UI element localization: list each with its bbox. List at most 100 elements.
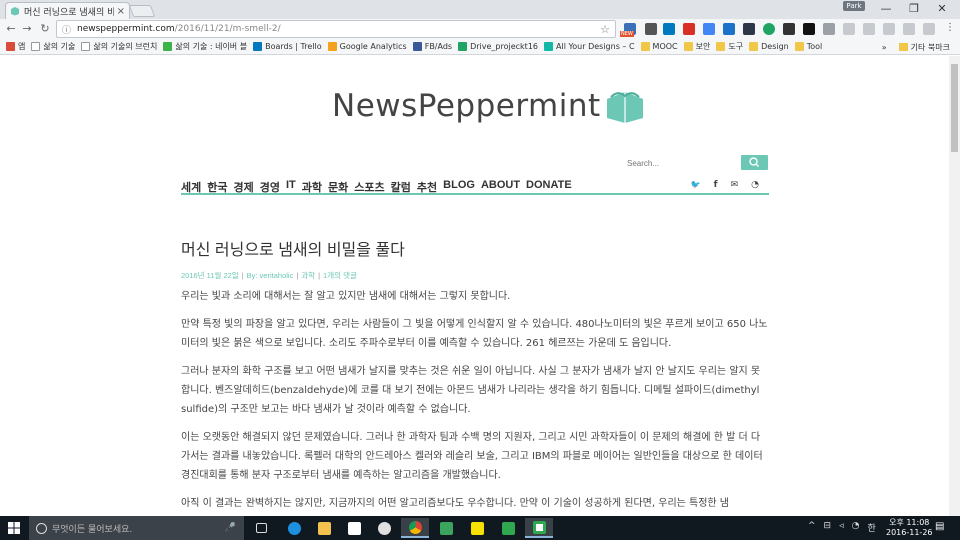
nav-item[interactable]: ABOUT <box>481 179 520 195</box>
nav-item[interactable]: IT <box>286 179 296 195</box>
nav-item[interactable]: 스포츠 <box>354 179 384 195</box>
nav-item[interactable]: 경제 <box>234 179 254 195</box>
bookmark-star-icon[interactable]: ☆ <box>600 23 610 36</box>
bookmark-item[interactable]: FB/Ads <box>412 42 452 51</box>
bookmark-item[interactable]: 삶의 기술 : 네이버 블 <box>163 41 247 52</box>
browser-menu-icon[interactable]: ⋮ <box>945 22 955 33</box>
search-icon <box>749 157 759 167</box>
extension-icon[interactable] <box>723 23 735 35</box>
other-bookmarks[interactable]: 기타 북마크 <box>911 42 950 53</box>
browser-tab[interactable]: 머신 러닝으로 냄새의 비 × <box>5 2 130 19</box>
extension-icon[interactable] <box>903 23 915 35</box>
bookmark-item[interactable]: Drive_projeckt16 <box>458 42 538 51</box>
bookmarks-overflow-button[interactable]: » <box>882 43 887 52</box>
taskbar-kakaotalk[interactable] <box>463 518 491 538</box>
bookmark-label: 앱 <box>18 42 26 51</box>
extension-icon[interactable] <box>743 23 755 35</box>
microphone-icon[interactable]: 🎤 <box>225 523 236 533</box>
close-window-button[interactable]: ✕ <box>932 2 952 15</box>
meta-separator: | <box>241 271 244 280</box>
bookmark-item[interactable]: 보안 <box>683 41 710 52</box>
itunes-icon <box>377 521 391 535</box>
article-paragraph: 이는 오랫동안 해결되지 않던 문제였습니다. 그러나 한 과학자 팀과 수백 … <box>181 432 763 481</box>
windows-taskbar: 무엇이든 물어보세요. 🎤 ^ ⊟ ◃ ◔ 한 오후 11:08 2016-11-26 … <box>0 516 960 540</box>
tray-icon[interactable]: 한 <box>867 521 875 534</box>
taskbar-explorer[interactable] <box>310 518 338 538</box>
taskbar-camtasia[interactable] <box>525 518 553 538</box>
search-button[interactable] <box>741 155 768 170</box>
extension-icon[interactable] <box>863 23 875 35</box>
nav-item[interactable]: 경영 <box>260 179 280 195</box>
cortana-search-box[interactable]: 무엇이든 물어보세요. 🎤 <box>29 516 244 540</box>
nav-item[interactable]: DONATE <box>526 179 572 195</box>
translate-extension-icon[interactable] <box>703 23 715 35</box>
bookmark-item[interactable]: All Your Designs – C <box>544 42 635 51</box>
reload-button[interactable]: ↻ <box>38 22 52 35</box>
taskbar-app[interactable] <box>494 518 522 538</box>
bookmark-item[interactable]: 도구 <box>716 41 743 52</box>
bookmark-item[interactable]: 삶의 기술 <box>31 41 75 52</box>
rss-icon[interactable]: ◔ <box>751 180 759 190</box>
article-date[interactable]: 2016년 11월 22일 <box>181 271 239 280</box>
page-scrollbar[interactable] <box>949 56 960 516</box>
bookmark-item[interactable]: Boards | Trello <box>253 42 322 51</box>
nav-item[interactable]: 칼럼 <box>391 179 411 195</box>
tray-icon[interactable]: ◃ <box>839 521 844 534</box>
restore-button[interactable]: ❐ <box>904 2 924 15</box>
nav-item[interactable]: 과학 <box>302 179 322 195</box>
nav-item[interactable]: 추천 <box>417 179 437 195</box>
nav-items: 세계 한국 경제 경영 IT 과학 문화 스포츠 칼럼 추천 BLOG ABOUT DONATE <box>181 179 769 195</box>
nav-item[interactable]: 문화 <box>328 179 348 195</box>
action-center-icon[interactable]: ▤ <box>935 521 944 532</box>
bookmark-item[interactable]: Google Analytics <box>327 42 407 51</box>
evernote-extension-icon[interactable] <box>803 23 815 35</box>
taskbar-store[interactable] <box>340 518 368 538</box>
twitter-icon[interactable]: 🐦 <box>691 180 701 190</box>
tray-icon[interactable]: ⊟ <box>824 521 832 534</box>
tab-close-icon[interactable]: × <box>117 6 125 17</box>
taskbar-app[interactable] <box>432 518 460 538</box>
bookmark-favicon-icon <box>794 42 804 51</box>
extension-icon[interactable] <box>645 23 657 35</box>
windows-start-icon[interactable] <box>8 522 20 534</box>
extension-icon[interactable] <box>883 23 895 35</box>
pocket-extension-icon[interactable] <box>783 23 795 35</box>
extension-icon[interactable] <box>923 23 935 35</box>
bookmark-label: 삶의 기술 : 네이버 블 <box>175 42 248 51</box>
nav-item[interactable]: 세계 <box>181 179 201 195</box>
task-view-button[interactable] <box>247 518 275 538</box>
taskbar-edge[interactable] <box>280 518 308 538</box>
bookmark-item[interactable]: 삶의 기술의 브런치 <box>81 41 157 52</box>
forward-button[interactable]: → <box>20 22 34 35</box>
taskbar-chrome[interactable] <box>401 518 429 538</box>
new-tab-button[interactable] <box>128 5 156 17</box>
nav-item[interactable]: 한국 <box>207 179 227 195</box>
gmail-extension-icon[interactable] <box>683 23 695 35</box>
email-icon[interactable]: ✉ <box>731 180 739 190</box>
extension-icon[interactable] <box>763 23 775 35</box>
scrollbar-thumb[interactable] <box>951 64 958 152</box>
bookmark-item[interactable]: MOOC <box>640 42 678 51</box>
article-author[interactable]: By: veritaholic <box>247 271 294 280</box>
address-bar[interactable]: ⓘ newspeppermint.com /2016/11/21/m-smell… <box>56 20 616 38</box>
bookmark-item[interactable]: 앱 <box>6 41 25 52</box>
extension-icon[interactable] <box>823 23 835 35</box>
facebook-icon[interactable]: f <box>714 180 718 190</box>
extension-icon[interactable] <box>843 23 855 35</box>
search-input[interactable] <box>624 155 741 171</box>
back-button[interactable]: ← <box>4 22 18 35</box>
article-category[interactable]: 과학 <box>301 271 315 280</box>
article-comments-link[interactable]: 1개의 댓글 <box>323 271 357 280</box>
bookmark-item[interactable]: Design <box>749 42 789 51</box>
minimize-button[interactable]: — <box>876 2 896 15</box>
tray-icon[interactable]: ◔ <box>852 521 860 534</box>
taskbar-itunes[interactable] <box>370 518 398 538</box>
trello-extension-icon[interactable] <box>663 23 675 35</box>
tray-icon[interactable]: ^ <box>808 521 816 534</box>
bookmark-item[interactable]: Tool <box>794 42 822 51</box>
nav-item[interactable]: BLOG <box>443 179 475 195</box>
profile-button[interactable]: Park <box>843 1 865 11</box>
taskbar-clock[interactable]: 오후 11:08 2016-11-26 <box>886 518 933 538</box>
site-logo[interactable]: NewsPeppermint <box>332 88 645 124</box>
page-info-icon[interactable]: ⓘ <box>62 23 71 36</box>
